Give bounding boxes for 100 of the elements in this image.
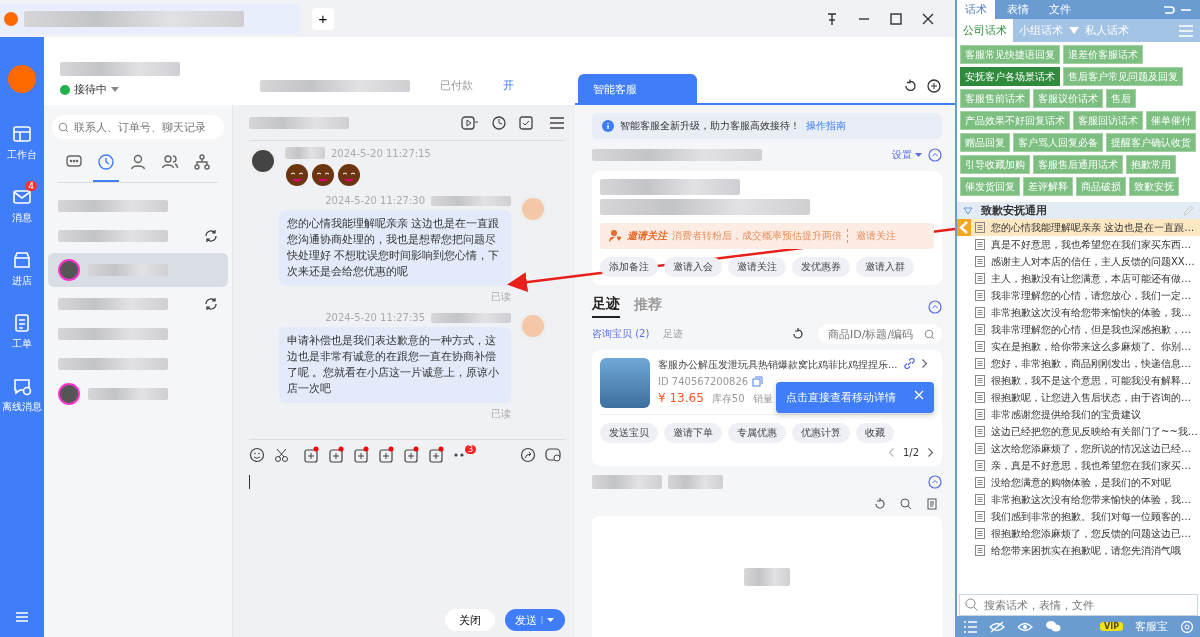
header-tab[interactable]: 已付款 <box>440 78 473 93</box>
script-item[interactable]: 我非常理解您的心情，请您放心，我们一定… <box>957 287 1200 304</box>
info-icon <box>602 120 614 132</box>
section-tab[interactable]: 足迹 <box>592 295 620 318</box>
action-chip[interactable]: 添加备注 <box>600 257 658 277</box>
toolbar-icon[interactable] <box>428 445 444 464</box>
maximize-icon[interactable] <box>889 11 903 26</box>
list-icon[interactable] <box>963 620 977 633</box>
close-button[interactable]: 关闭 <box>445 609 495 631</box>
section-tab[interactable]: 推荐 <box>634 296 662 317</box>
script-item[interactable]: 我们感到非常的抱歉。我们对每一位顾客的… <box>957 508 1200 525</box>
pin-icon[interactable] <box>825 11 839 26</box>
eye-icon[interactable] <box>1017 620 1033 633</box>
collapse-icon[interactable] <box>928 148 942 162</box>
send-button[interactable]: 发送 <box>505 609 565 631</box>
emoji-icon[interactable] <box>249 446 265 463</box>
document-icon <box>975 375 985 386</box>
script-item[interactable]: 主人，抱歉没有让您满意，本店可能还有做… <box>957 270 1200 287</box>
action-chip[interactable]: 专属优惠 <box>728 423 786 443</box>
script-item[interactable]: 亲，真是不好意思，我也希望您在我们家买… <box>957 457 1200 474</box>
video-icon[interactable] <box>461 114 479 131</box>
action-chip[interactable]: 优惠计算 <box>792 423 850 443</box>
action-chip[interactable]: 邀请入会 <box>664 257 722 277</box>
assistant-tab[interactable]: 智能客服 <box>578 74 697 105</box>
toolbar-icon[interactable] <box>403 445 419 464</box>
script-item[interactable]: 您好，非常抱歉，商品刚刚发出，快递信息… <box>957 355 1200 372</box>
script-search-field[interactable]: 搜索话术，表情，文件 <box>959 594 1198 616</box>
script-tab[interactable]: 表情 <box>999 0 1037 19</box>
action-chip[interactable]: 发送宝贝 <box>600 423 658 443</box>
action-chip[interactable]: 邀请下单 <box>664 423 722 443</box>
share-icon[interactable] <box>520 446 536 463</box>
action-chip[interactable]: 收藏 <box>856 423 894 443</box>
document-icon[interactable] <box>926 498 938 510</box>
menu-icon[interactable] <box>549 115 565 130</box>
settings-icon[interactable] <box>1180 619 1194 634</box>
refresh-icon[interactable] <box>792 328 804 340</box>
script-item[interactable]: 很抱歉呢，让您进入售后状态，由于咨询的… <box>957 389 1200 406</box>
contact-search-field[interactable]: 联系人、订单号、聊天记录 <box>52 115 224 139</box>
script-item[interactable]: 真是不好意思，我也希望您在我们家买东西… <box>957 236 1200 253</box>
action-chip[interactable]: 邀请入群 <box>856 257 914 277</box>
nav-item[interactable]: 离线消息 <box>0 373 44 416</box>
more-icon[interactable] <box>453 451 465 458</box>
action-chip[interactable]: 发优惠券 <box>792 257 850 277</box>
script-tab[interactable]: 文件 <box>1041 0 1079 19</box>
message-bubble: 申请补偿也是我们表达歉意的一种方式，这边也是非常有诚意的在跟您一直在协商补偿了呢 。您就看在小店这一片诚意上，原谅小店一次吧 <box>279 327 511 403</box>
script-item[interactable]: 很抱歉给您添麻烦了，您反馈的问题这边已… <box>957 525 1200 542</box>
refresh-icon[interactable] <box>204 297 218 311</box>
product-search-field[interactable]: 商品ID/标题/编码 <box>818 324 942 344</box>
toolbar-icon[interactable] <box>378 445 394 464</box>
script-item[interactable]: 这次给您添麻烦了，您所说的情况这边已经… <box>957 440 1200 457</box>
link-icon[interactable] <box>903 358 915 369</box>
settings-dropdown[interactable]: 设置 <box>892 148 922 162</box>
search-icon[interactable] <box>900 498 912 510</box>
hidden-icon[interactable] <box>989 620 1005 633</box>
product-title[interactable]: 客服办公解压发泄玩具热销爆款窝比鸡菲比鸡捏捏乐... <box>658 358 898 372</box>
toolbar-icon[interactable] <box>303 445 319 464</box>
guide-link[interactable]: 操作指南 <box>806 119 846 133</box>
new-tab-button[interactable]: + <box>312 7 334 30</box>
shop-logo-icon <box>8 65 36 93</box>
status-dropdown[interactable]: 接待中 <box>60 82 180 97</box>
script-item[interactable]: 很抱歉，我不是这个意思，可能我没有解释… <box>957 372 1200 389</box>
script-item[interactable]: 这边已经把您的意见反映给有关部门了~~我… <box>957 423 1200 440</box>
next-icon[interactable] <box>927 447 934 458</box>
script-item[interactable]: 非常抱歉这次没有给您带来愉快的体验，我… <box>957 304 1200 321</box>
script-item[interactable]: 您的心情我能理解呢亲亲 这边也是在一直跟… <box>957 219 1200 236</box>
nav-item[interactable]: 工作台 <box>5 121 39 164</box>
header-tab[interactable]: 开 <box>503 78 514 93</box>
history-icon[interactable] <box>491 114 507 131</box>
script-item[interactable]: 实在是抱歉，给你带来这么多麻烦了。你别… <box>957 338 1200 355</box>
script-item[interactable]: 非常抱歉这次没有给您带来愉快的体验，我… <box>957 491 1200 508</box>
script-subtab[interactable]: 公司话术 <box>957 19 1013 42</box>
script-item[interactable]: 没给您满意的购物体验，是我们的不对呢 <box>957 474 1200 491</box>
nav-item[interactable]: 4 消息 <box>9 184 35 227</box>
collapse-icon[interactable] <box>928 299 942 314</box>
action-chip[interactable]: 邀请关注 <box>728 257 786 277</box>
category-button[interactable]: 安抚客户各场景话术 <box>960 67 1060 86</box>
subtab[interactable]: 足迹 <box>663 327 684 341</box>
script-item[interactable]: 我非常理解您的心情，但是我也深感抱歉，… <box>957 321 1200 338</box>
script-tab[interactable]: 话术 <box>957 0 995 19</box>
refresh-icon[interactable] <box>204 229 218 243</box>
brand-label[interactable]: 客服宝 <box>1135 619 1168 634</box>
script-item[interactable]: 给您带来困扰实在抱歉呢，请您先消消气哦 <box>957 542 1200 559</box>
refresh-icon[interactable] <box>903 79 917 93</box>
script-item[interactable]: 感谢主人对本店的信任，主人反馈的问题XX… <box>957 253 1200 270</box>
close-icon[interactable] <box>921 11 935 26</box>
undo-icon[interactable] <box>1162 3 1176 16</box>
collapse-icon[interactable] <box>928 475 942 489</box>
nav-item[interactable]: 进店 <box>9 247 35 290</box>
contact-row[interactable] <box>48 253 228 287</box>
subtab[interactable]: 咨询宝贝 (2) <box>592 327 650 341</box>
add-icon[interactable] <box>927 79 941 93</box>
nav-item[interactable]: 工单 <box>9 310 35 353</box>
caret-icon[interactable] <box>539 615 555 625</box>
copy-icon[interactable] <box>752 376 764 387</box>
chevron-icon[interactable] <box>920 358 928 369</box>
script-item[interactable]: 非常感谢您提供给我们的宝贵建议 <box>957 406 1200 423</box>
chat-bubbles-icon[interactable] <box>1045 620 1061 633</box>
toolbar-icon[interactable] <box>328 445 344 464</box>
promo-banner[interactable]: 邀请关注 消费者转粉后，成交概率预估提升两倍 邀请关注 <box>600 223 934 249</box>
toolbar-icon[interactable] <box>353 445 369 464</box>
